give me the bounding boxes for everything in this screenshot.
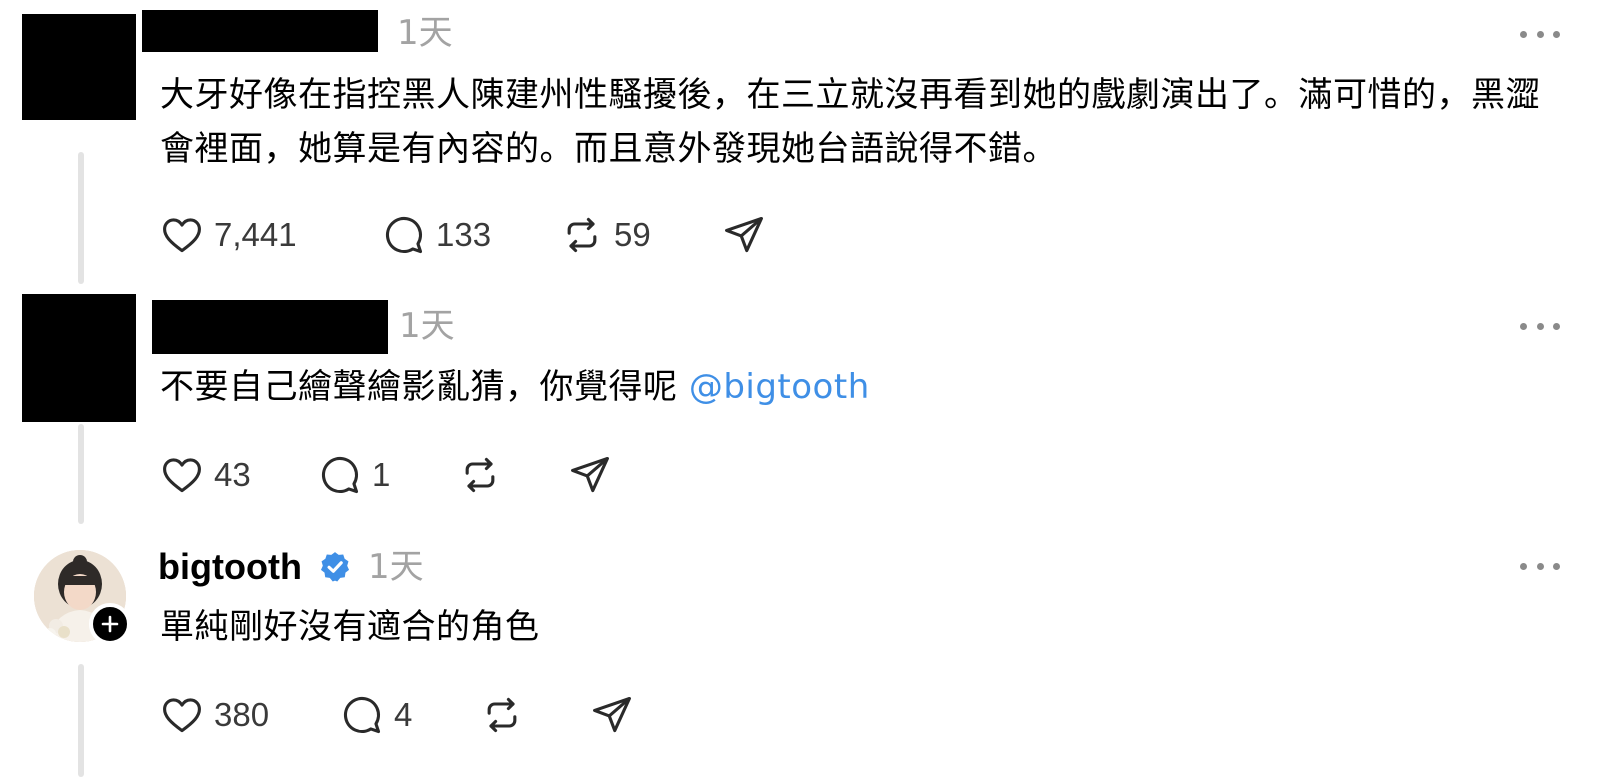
action-bar: 43 1 xyxy=(160,450,612,500)
like-button[interactable]: 7,441 xyxy=(160,213,382,257)
thread-line xyxy=(78,152,84,284)
more-options-button[interactable] xyxy=(1520,320,1560,332)
timestamp: 1天 xyxy=(399,306,455,346)
more-dot xyxy=(1553,30,1560,38)
more-options-button[interactable] xyxy=(1520,560,1560,572)
comment-icon xyxy=(321,456,359,494)
reply-count: 4 xyxy=(394,696,413,733)
more-dots-icon xyxy=(1520,322,1527,330)
repost-button[interactable]: 59 xyxy=(560,213,722,257)
more-dot xyxy=(1536,30,1544,38)
like-count: 7,441 xyxy=(214,216,297,253)
mention-link[interactable]: @bigtooth xyxy=(689,367,870,407)
like-button[interactable]: 43 xyxy=(160,453,318,497)
reply-button[interactable]: 133 xyxy=(382,213,560,257)
repost-button[interactable] xyxy=(458,453,568,497)
thread-line xyxy=(78,664,84,777)
repost-icon xyxy=(567,217,597,253)
reply-button[interactable]: 1 xyxy=(318,453,458,497)
action-bar: 7,441 133 59 xyxy=(160,210,766,260)
heart-icon xyxy=(163,458,201,493)
share-button[interactable] xyxy=(568,453,612,497)
thread-line xyxy=(78,424,84,524)
repost-button[interactable] xyxy=(480,693,590,737)
more-dots-icon xyxy=(1520,30,1527,38)
action-bar: 380 4 xyxy=(160,690,634,740)
reply-count: 133 xyxy=(436,216,492,253)
avatar-redacted[interactable] xyxy=(22,294,136,422)
username-redacted[interactable] xyxy=(152,300,388,354)
like-count: 380 xyxy=(214,696,270,733)
follow-button[interactable] xyxy=(89,603,131,645)
repost-icon xyxy=(465,457,495,493)
share-button[interactable] xyxy=(590,693,634,737)
like-count: 43 xyxy=(214,456,251,493)
post-text: 單純剛好沒有適合的角色 xyxy=(160,607,540,647)
timestamp: 1天 xyxy=(397,13,453,53)
post-text: 大牙好像在指控黑人陳建州性騷擾後，在三立就沒再看到她的戲劇演出了。滿可惜的，黑澀… xyxy=(160,75,1540,169)
more-dots-icon xyxy=(1520,562,1527,570)
share-button[interactable] xyxy=(722,213,766,257)
more-dot xyxy=(1536,322,1544,330)
repost-icon xyxy=(487,697,517,733)
username-redacted[interactable] xyxy=(142,10,378,52)
comment-icon xyxy=(385,216,423,254)
more-options-button[interactable] xyxy=(1520,28,1560,40)
repost-count: 59 xyxy=(614,216,651,253)
avatar-redacted[interactable] xyxy=(22,14,136,120)
heart-icon xyxy=(163,218,201,253)
reply-text: 不要自己繪聲繪影亂猜，你覺得呢 xyxy=(160,367,678,407)
send-icon xyxy=(593,696,631,733)
reply-button[interactable]: 4 xyxy=(340,693,480,737)
username[interactable]: bigtooth xyxy=(158,546,302,588)
plus-icon xyxy=(101,615,119,633)
send-icon xyxy=(571,456,609,493)
reply-count: 1 xyxy=(372,456,391,493)
heart-icon xyxy=(163,698,201,733)
verified-badge-icon xyxy=(320,552,350,582)
comment-icon xyxy=(343,696,381,734)
more-dot xyxy=(1553,562,1560,570)
send-icon xyxy=(725,216,763,253)
more-dot xyxy=(1553,322,1560,330)
more-dot xyxy=(1536,562,1544,570)
timestamp: 1天 xyxy=(368,547,424,587)
like-button[interactable]: 380 xyxy=(160,693,340,737)
post-text: 不要自己繪聲繪影亂猜，你覺得呢 @bigtooth xyxy=(160,360,1570,414)
